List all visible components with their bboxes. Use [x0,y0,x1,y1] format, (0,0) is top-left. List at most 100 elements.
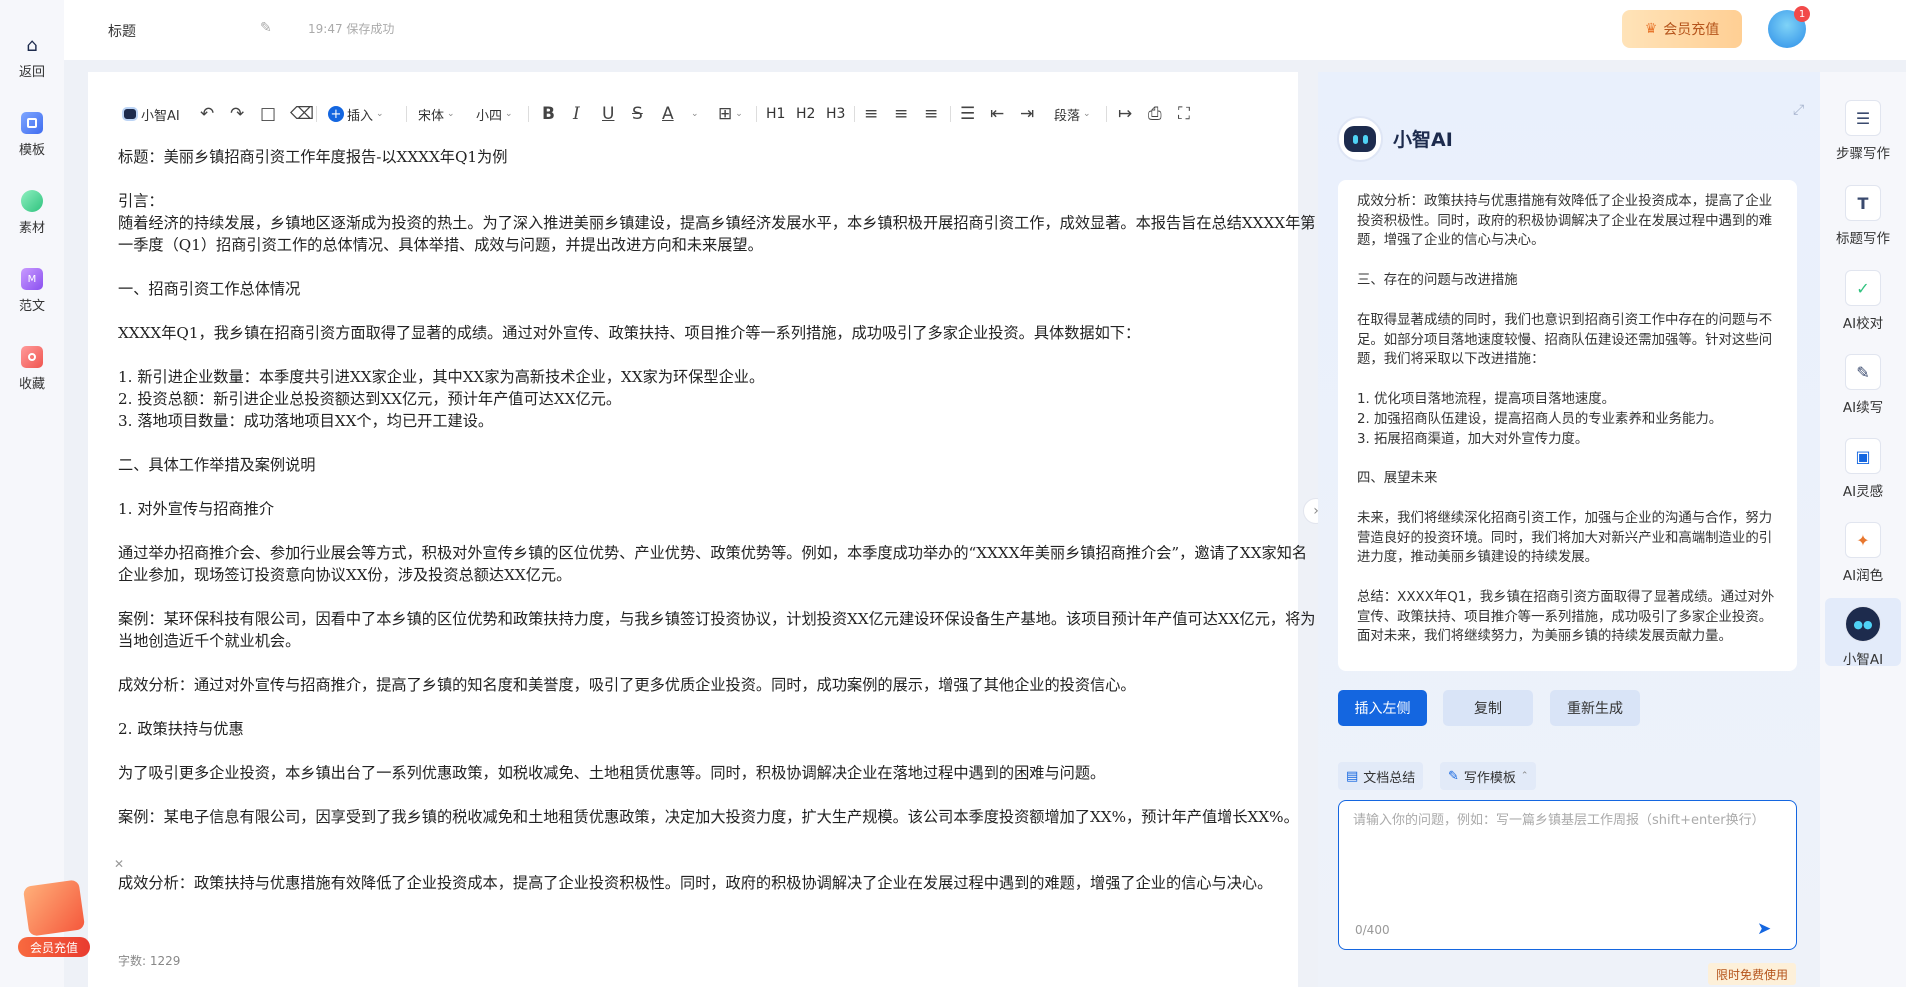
doc-paragraph: XXXX年Q1，我乡镇在招商引资方面取得了显著的成绩。通过对外宣传、政策扶持、项… [118,324,1141,342]
rail-ai-assistant[interactable]: ●● 小智AI [1825,598,1901,668]
ai-toolbar-label: 小智AI [141,108,180,124]
rail-step-writing[interactable]: ☰ 步骤写作 [1825,100,1901,162]
font-color-dropdown-icon[interactable]: ⌄ [691,102,699,126]
chevron-up-icon: ⌃ [1520,771,1529,781]
ai-logo [1337,116,1383,162]
ai-question-input[interactable] [1353,811,1783,901]
document-title[interactable]: 标题 [108,21,136,41]
ai-question-box: 0/400 ➤ [1338,800,1797,950]
doc-paragraph: 成效分析：通过对外宣传与招商推介，提高了乡镇的知名度和美誉度，吸引了更多优质企业… [118,676,1136,694]
align-center-icon[interactable]: ≡ [894,102,908,126]
font-size-value: 小四 [476,108,503,124]
heading-1-button[interactable]: H1 [766,102,785,126]
doc-paragraph: 2. 投资总额：新引进企业总投资额达到XX亿元，预计年产值可达XX亿元。 [118,390,622,408]
underline-icon[interactable]: U [602,102,614,126]
char-count: 0/400 [1355,923,1390,937]
step-writing-icon: ☰ [1845,100,1881,136]
doc-paragraph: 2. 政策扶持与优惠 [118,720,244,738]
proofread-icon: ✓ [1845,270,1881,306]
insert-dropdown[interactable]: + 插入 ⌄ [328,102,384,126]
font-size-select[interactable]: 小四 ⌄ [476,102,513,126]
doc-paragraph: 成效分析：政策扶持与优惠措施有效降低了企业投资成本，提高了企业投资积极性。同时，… [118,874,1273,892]
ai-reply-paragraph: 在取得显著成绩的同时，我们也意识到招商引资工作中存在的问题与不足。如部分项目落地… [1357,313,1773,368]
doc-paragraph: 案例：某环保科技有限公司，因看中了本乡镇的区位优势和政策扶持力度，与我乡镇签订投… [118,610,1316,650]
expand-icon[interactable]: ⤢ [1793,102,1804,118]
paragraph-label: 段落 [1054,108,1081,124]
template-icon [21,112,43,134]
italic-icon[interactable]: I [573,102,580,126]
insert-label: 插入 [347,108,374,124]
rail-proofread-label: AI校对 [1842,316,1884,332]
toolbar-divider [756,106,757,122]
font-color-icon[interactable]: A [662,102,674,126]
clear-format-icon[interactable]: ⌫ [290,102,314,126]
ai-reply-paragraph: 三、存在的问题与改进措施 [1357,273,1518,288]
ai-toolbar-button[interactable]: 小智AI [122,102,180,126]
ai-name: 小智AI [1393,129,1453,151]
free-use-tag: 限时免费使用 [1708,963,1797,985]
send-icon[interactable]: ➤ [1757,919,1771,939]
format-painter-icon[interactable]: □ [260,102,276,126]
nav-material[interactable]: 素材 [0,190,64,236]
nav-favorite[interactable]: 收藏 [0,346,64,392]
rail-inspiration[interactable]: ▣ AI灵感 [1825,438,1901,500]
writing-template-label: 写作模板 [1463,770,1516,786]
doc-paragraph: 引言： [118,192,164,210]
align-left-icon[interactable]: ≡ [864,102,878,126]
nav-material-label: 素材 [18,221,45,236]
strikethrough-icon[interactable]: S [632,102,643,126]
writing-template-chip[interactable]: ✎ 写作模板 ⌃ [1440,762,1537,790]
outdent-icon[interactable]: ⇤ [990,102,1004,126]
notification-badge: 1 [1794,6,1810,22]
home-icon: ⌂ [26,34,38,56]
nav-back-label: 返回 [18,65,45,80]
robot-icon [1344,126,1376,152]
rail-continue-writing-label: AI续写 [1842,400,1884,416]
close-icon[interactable]: ✕ [114,857,124,871]
doc-summary-chip[interactable]: ▤ 文档总结 [1338,762,1424,790]
paragraph-dropdown[interactable]: 段落 ⌄ [1054,102,1091,126]
ai-reply-paragraph: 未来，我们将继续深化招商引资工作，加强与企业的沟通与合作，努力营造良好的投资环境… [1357,511,1773,566]
crown-icon: ♛ [1644,21,1658,37]
rail-continue-writing[interactable]: ✎ AI续写 [1825,354,1901,416]
chevron-down-icon: ⌄ [376,109,384,119]
bold-icon[interactable]: B [542,102,555,126]
ai-reply-paragraph: 总结：XXXX年Q1，我乡镇在招商引资方面取得了显著成绩。通过对外宣传、政策扶持… [1357,590,1775,645]
heading-3-button[interactable]: H3 [826,102,845,126]
rail-polish[interactable]: ✦ AI润色 [1825,522,1901,584]
regenerate-button[interactable]: 重新生成 [1550,690,1640,726]
promo-widget[interactable]: 会员充值 [12,877,96,961]
insert-left-button[interactable]: 插入左侧 [1338,690,1427,726]
nav-template[interactable]: 模板 [0,112,64,158]
font-family-select[interactable]: 宋体 ⌄ [418,102,455,126]
print-icon[interactable]: ⎙ [1148,102,1162,126]
toolbar-divider [950,106,951,122]
indent-icon[interactable]: ⇥ [1020,102,1034,126]
table-icon[interactable]: ⊞ ⌄ [718,102,743,126]
heading-2-button[interactable]: H2 [796,102,815,126]
plus-circle-icon: + [328,106,344,122]
toolbar-divider [316,106,317,122]
align-right-icon[interactable]: ≡ [924,102,938,126]
doc-summary-label: 文档总结 [1363,770,1416,786]
redo-icon[interactable]: ↷ [230,102,244,126]
user-avatar[interactable]: 1 [1768,6,1810,48]
list-icon[interactable]: ☰ [960,102,975,126]
rail-title-writing-label: 标题写作 [1836,231,1890,247]
continue-writing-icon: ✎ [1845,354,1881,390]
left-nav: ⌂ 返回 模板 素材 M 范文 收藏 [0,0,64,987]
edit-title-icon[interactable]: ✎ [260,20,272,36]
toolbar-divider [528,106,529,122]
doc-paragraph: 1. 新引进企业数量：本季度共引进XX家企业，其中XX家为高新技术企业，XX家为… [118,368,765,386]
nav-back[interactable]: ⌂ 返回 [0,34,64,81]
font-family-value: 宋体 [418,108,445,124]
inspiration-icon: ▣ [1845,438,1881,474]
undo-icon[interactable]: ↶ [200,102,214,126]
rail-proofread[interactable]: ✓ AI校对 [1825,270,1901,332]
vip-recharge-button[interactable]: ♛ 会员充值 [1622,10,1742,48]
export-icon[interactable]: ↦ [1118,102,1132,126]
fullscreen-icon[interactable]: ⛶ [1178,102,1190,126]
nav-sample[interactable]: M 范文 [0,268,64,314]
rail-title-writing[interactable]: T 标题写作 [1825,185,1901,247]
copy-button[interactable]: 复制 [1443,690,1533,726]
